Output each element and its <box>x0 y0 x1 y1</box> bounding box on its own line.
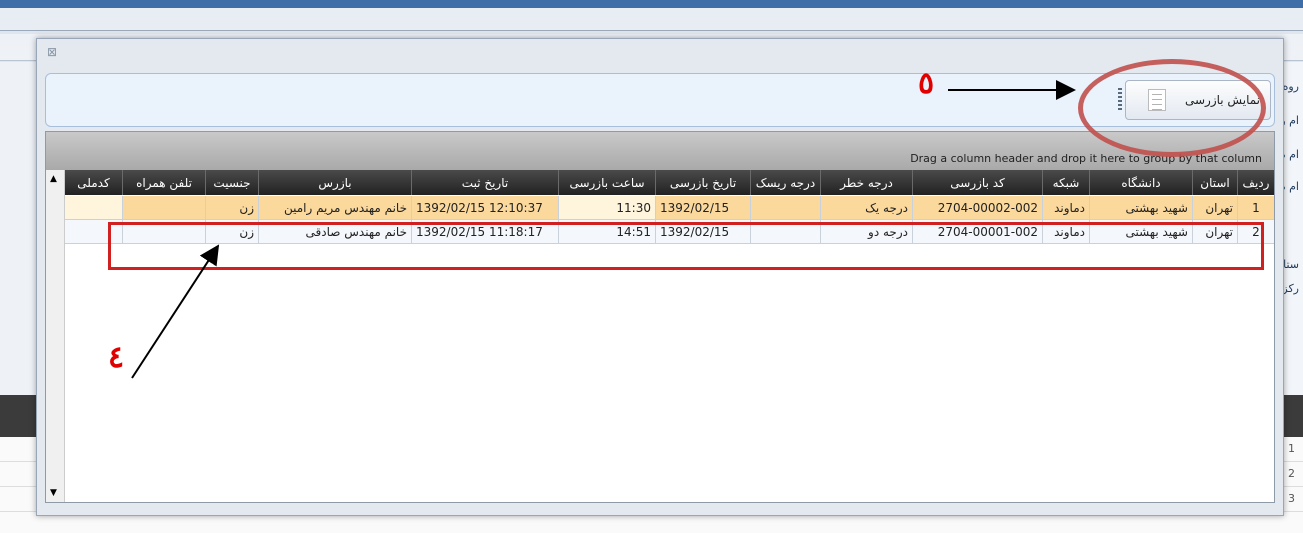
annotation-arrows <box>131 80 1076 379</box>
arrow-to-row <box>131 244 220 379</box>
